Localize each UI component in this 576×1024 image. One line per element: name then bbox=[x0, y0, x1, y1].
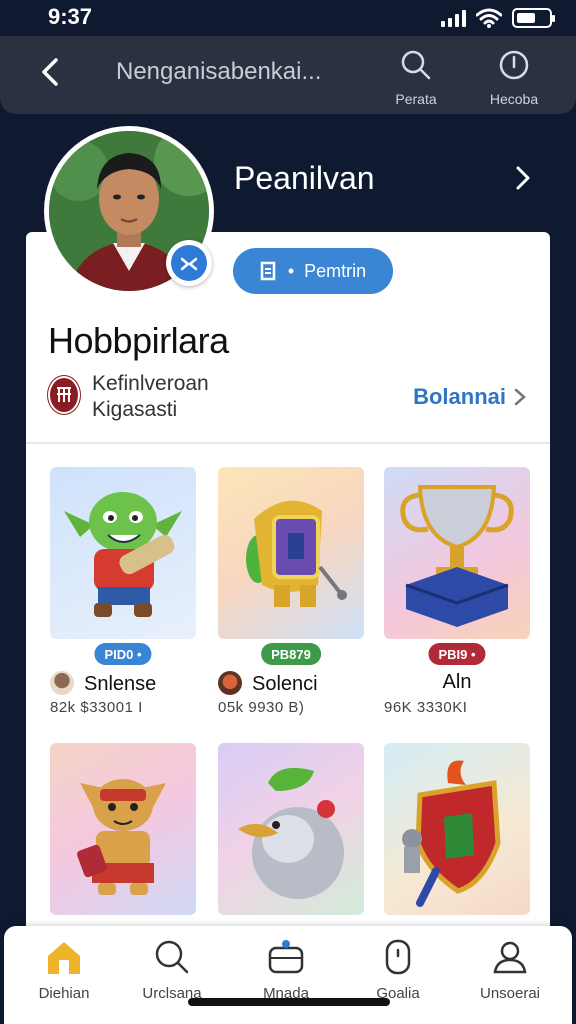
item-stats: 96K 3330KI bbox=[384, 699, 468, 716]
nav-history-label: Hecoba bbox=[489, 91, 539, 107]
goblin-image bbox=[50, 467, 196, 639]
home-icon bbox=[48, 942, 80, 974]
tab-home[interactable]: Diehian bbox=[14, 938, 114, 1002]
battery-icon bbox=[512, 8, 555, 28]
grid-item-4[interactable] bbox=[50, 743, 196, 915]
bookmark-icon bbox=[260, 261, 276, 281]
grid-item-2[interactable]: PB879 Solenci 05k 9930 B) bbox=[218, 467, 364, 716]
swap-icon bbox=[180, 257, 198, 271]
club-row[interactable]: Kefinlveroan Kigasasti Bolannai bbox=[48, 370, 528, 426]
club-link[interactable]: Bolannai bbox=[413, 384, 528, 410]
search-icon bbox=[401, 50, 431, 80]
profile-icon bbox=[493, 941, 527, 974]
nav-search-label: Perata bbox=[395, 91, 437, 107]
search-icon bbox=[155, 940, 189, 974]
chevron-right-icon[interactable] bbox=[508, 160, 536, 196]
back-button[interactable] bbox=[30, 50, 74, 94]
tab-profile[interactable]: Unsoerai bbox=[460, 938, 560, 1002]
tab-label: Diehian bbox=[38, 985, 90, 1002]
shield-image bbox=[384, 743, 530, 915]
info-icon bbox=[499, 50, 529, 80]
club-link-label: Bolannai bbox=[413, 384, 506, 409]
trophy-image bbox=[384, 467, 530, 639]
chevron-right-icon bbox=[514, 388, 526, 406]
item-stats: 05k 9930 B) bbox=[218, 699, 305, 716]
nav-history-button[interactable]: Hecoba bbox=[478, 48, 550, 107]
fox-warrior-image bbox=[50, 743, 196, 915]
grid-item-1[interactable]: PID0 • Snlense 82k $33001 I bbox=[50, 467, 196, 716]
item-tag: PB879 bbox=[261, 643, 321, 665]
profile-name[interactable]: Peanilvan bbox=[234, 160, 375, 197]
dot-separator: • bbox=[287, 260, 295, 281]
item-tag: PID0 • bbox=[94, 643, 152, 665]
club-logo-icon bbox=[48, 376, 80, 414]
tab-bag[interactable]: Mnada bbox=[236, 938, 336, 1002]
follow-label: Pemtrin bbox=[304, 260, 367, 281]
nav-search-button[interactable]: Perata bbox=[380, 48, 452, 107]
grid-item-6[interactable] bbox=[384, 743, 530, 915]
knight-banner-image bbox=[218, 467, 364, 639]
item-stats: 82k $33001 I bbox=[50, 699, 143, 716]
divider bbox=[26, 442, 550, 444]
card-title: Hobbpirlara bbox=[48, 320, 229, 361]
item-name: Solenci bbox=[252, 673, 318, 695]
item-title: Aln bbox=[384, 671, 530, 694]
bird-egg-image bbox=[218, 743, 364, 915]
device-icon bbox=[385, 939, 411, 975]
status-time: 9:37 bbox=[48, 4, 93, 29]
item-name: Snlense bbox=[84, 673, 157, 695]
item-name: Aln bbox=[442, 671, 472, 693]
item-tag: PBI9 • bbox=[428, 643, 486, 665]
status-bar: 9:37 bbox=[0, 0, 576, 36]
bag-icon bbox=[268, 940, 304, 974]
creator-avatar bbox=[50, 671, 74, 695]
follow-button[interactable]: • Pemtrin bbox=[233, 248, 393, 294]
creator-avatar bbox=[218, 671, 242, 695]
item-title: Solenci bbox=[218, 671, 364, 696]
home-indicator bbox=[188, 998, 390, 1006]
status-icons bbox=[441, 8, 555, 28]
wifi-icon bbox=[476, 8, 502, 28]
club-subtitle: Kigasasti bbox=[92, 398, 178, 421]
avatar-edit-badge[interactable] bbox=[166, 240, 212, 286]
tab-search[interactable]: Urclsana bbox=[122, 938, 222, 1002]
grid-item-5[interactable] bbox=[218, 743, 364, 915]
tab-device[interactable]: Goalia bbox=[348, 938, 448, 1002]
signal-icon bbox=[441, 9, 466, 27]
bottom-tab-bar: Diehian Urclsana Mnada Goalia Unsoerai bbox=[4, 926, 572, 1024]
nav-bar: Nenganisabenkai... Perata Hecoba bbox=[0, 36, 576, 114]
nav-title: Nenganisabenkai... bbox=[116, 58, 322, 85]
grid-item-3[interactable]: PBI9 • Aln 96K 3330KI bbox=[384, 467, 530, 716]
club-name: Kefinlveroan bbox=[92, 372, 209, 395]
item-title: Snlense bbox=[50, 671, 196, 696]
tab-label: Unsoerai bbox=[479, 985, 541, 1002]
